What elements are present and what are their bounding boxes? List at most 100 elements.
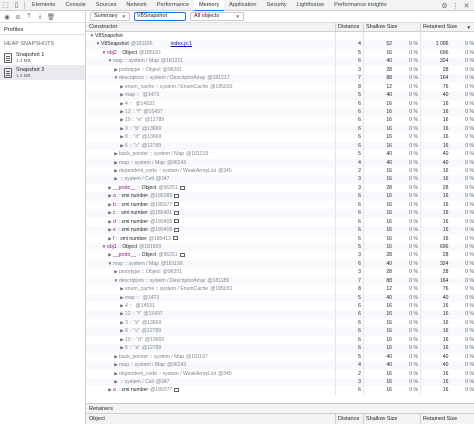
table-row[interactable]: ▼map :: system / Map @181199 6 40 0 % 324 0 %: [86, 259, 474, 269]
tab-performance-insights[interactable]: Performance insights: [329, 0, 392, 11]
collect-garbage-icon[interactable]: 🗑: [46, 13, 56, 21]
table-row[interactable]: ▶__proto__ :: Object @96251 3 28 0 % 28 0 %: [86, 251, 474, 260]
retained-size-value: 28: [442, 269, 449, 276]
table-row[interactable]: ▶enum_cache :: system / EnumCache @185033…: [86, 82, 474, 92]
header-shallow-size[interactable]: Shallow Size: [364, 23, 421, 31]
table-row[interactable]: ▶f :: smi number @185413 6 16 0 % 16 0 %: [86, 234, 474, 243]
table-row[interactable]: ▶prototype :: Object @96251 3 28 0 % 28 0 %: [86, 65, 474, 75]
store-as-global-icon[interactable]: [174, 388, 180, 393]
class-name: Object: [141, 252, 157, 259]
table-row[interactable]: ▶dependent_code :: system / WeakArrayLis…: [86, 167, 474, 176]
tab-elements[interactable]: Elements: [27, 0, 60, 11]
device-toolbar-icon[interactable]: ▯: [11, 0, 22, 11]
table-row[interactable]: ▶3 :: "b" @13669 6 16 0 % 16 0 %: [86, 318, 474, 328]
table-row[interactable]: ▶__proto__ :: Object @96251 3 28 0 % 28 0 %: [86, 183, 474, 193]
tab-application[interactable]: Application: [224, 0, 261, 11]
table-row[interactable]: ▶dependent_code :: system / WeakArrayLis…: [86, 369, 474, 378]
settings-gear-icon[interactable]: ⚙: [439, 2, 450, 10]
table-row[interactable]: ▶4 :: @14531 6 16 0 % 16 0 %: [86, 302, 474, 311]
retainers-header-shallow[interactable]: Shallow Size: [364, 414, 421, 424]
snapshot-item[interactable]: Snapshot 2 1.4 MB: [0, 65, 85, 80]
inspect-element-icon[interactable]: ⬚: [0, 0, 11, 11]
table-row[interactable]: ▼V8Snapshot @181165 index.js:1 4 52 0 % 1 096 0…: [86, 40, 474, 49]
class-name: Object: [145, 66, 161, 73]
source-link[interactable]: index.js:1: [171, 41, 193, 47]
header-distance[interactable]: Distance: [336, 23, 364, 31]
store-as-global-icon[interactable]: [174, 210, 179, 215]
table-row[interactable]: ▶12 :: "f" @15437 6 16 0 % 16 0 %: [86, 310, 474, 319]
close-devtools-icon[interactable]: ✕: [461, 2, 472, 10]
tab-sources[interactable]: Sources: [91, 0, 122, 11]
scope-select[interactable]: All objects ▼: [190, 12, 244, 21]
table-row[interactable]: ▼map :: system / Map @181221 6 40 0 % 324 0 %: [86, 57, 474, 66]
table-row[interactable]: ▶8 :: "c" @12789 6 16 0 % 16 0 %: [86, 327, 474, 336]
table-row[interactable]: ▼obj1 :: Object @181509 5 16 0 % 696 0 %: [86, 242, 474, 252]
store-as-global-icon[interactable]: [174, 219, 180, 224]
table-row[interactable]: ▶enum_cache :: system / EnumCache @185031…: [86, 285, 474, 294]
store-as-global-icon[interactable]: [174, 193, 180, 198]
table-row[interactable]: ▶10 :: "e" @12789 6 16 0 % 16 0 %: [86, 116, 474, 125]
header-retained-size[interactable]: Retained Size ▼: [421, 23, 474, 31]
tab-performance[interactable]: Performance: [152, 0, 194, 11]
table-row[interactable]: ▶4 :: @14531 6 16 0 % 16 0 %: [86, 99, 474, 108]
store-as-global-icon[interactable]: [179, 253, 185, 258]
table-row[interactable]: ▶map :: system / Map @96243 4 40 0 % 40 0 %: [86, 158, 474, 167]
table-row[interactable]: ▶map :: @1473 5 40 0 % 40 0 %: [86, 91, 474, 100]
tab-lighthouse[interactable]: Lighthouse: [292, 0, 329, 11]
store-as-global-icon[interactable]: [179, 185, 185, 190]
table-row[interactable]: ▼obj2 :: Object @185031 5 16 0 % 696 0 %: [86, 48, 474, 58]
more-options-icon[interactable]: ⋮: [450, 2, 461, 10]
class-filter-input[interactable]: V8Snapshot: [134, 12, 186, 21]
table-row[interactable]: ▶c :: smi number @185401 6 16 0 % 16 0 %: [86, 209, 474, 218]
load-profile-icon[interactable]: ⤒: [24, 13, 34, 21]
record-icon[interactable]: ◉: [2, 13, 12, 21]
table-row[interactable]: ▶6 :: "c" @12789 6 16 0 % 16 0 %: [86, 141, 474, 151]
table-row[interactable]: ▶8 :: "d" @13669 6 16 0 % 16 0 %: [86, 133, 474, 142]
view-select[interactable]: Summary ▼: [90, 12, 130, 21]
table-row[interactable]: ▼descriptors :: system / DescriptorArray…: [86, 276, 474, 286]
table-row[interactable]: ▶prototype :: Object @96251 3 28 0 % 28 0 %: [86, 268, 474, 277]
retainers-header-distance[interactable]: Distance: [336, 414, 364, 424]
shallow-size-value: 40: [386, 353, 392, 360]
table-row[interactable]: ▶back_pointer :: system / Map @181197 5 40 0…: [86, 352, 474, 362]
table-row[interactable]: ▶map :: system / Map @96243 4 40 0 % 40 0 %: [86, 361, 474, 370]
table-row[interactable]: ▼V8Snapshot: [86, 32, 474, 41]
table-row[interactable]: ▶12 :: "f" @15437 6 16 0 % 16 0 %: [86, 107, 474, 117]
tab-security[interactable]: Security: [262, 0, 292, 11]
shallow-size-percent: 0 %: [409, 117, 418, 124]
distance-cell: 6: [336, 386, 364, 395]
retained-size-value: 16: [442, 387, 449, 394]
store-as-global-icon[interactable]: [174, 227, 180, 232]
table-row[interactable]: ▶a :: smi number @185377 6 16 0 % 16 0 %: [86, 386, 474, 395]
distance-cell: 5: [336, 242, 364, 252]
tab-network[interactable]: Network: [121, 0, 152, 11]
distance-cell: 6: [336, 107, 364, 117]
table-row[interactable]: ▶ :: system / Cell @347 3 16 0 % 16 0 %: [86, 175, 474, 184]
table-row[interactable]: ▶e :: smi number @185409 6 16 0 % 16 0 %: [86, 226, 474, 235]
table-row[interactable]: ▶d :: smi number @185405 6 16 0 % 16 0 %: [86, 217, 474, 227]
retainers-header-retained[interactable]: Retained Size: [421, 414, 474, 424]
table-row[interactable]: ▶10 :: "d" @13669 6 16 0 % 16 0 %: [86, 335, 474, 345]
tab-console[interactable]: Console: [60, 0, 91, 11]
shallow-size-value: 16: [386, 311, 392, 318]
table-row[interactable]: ▶a :: smi number @185389 6 16 0 % 16 0 %: [86, 192, 474, 201]
table-row[interactable]: ▶ :: system / Cell @347 3 16 0 % 16 0 %: [86, 377, 474, 387]
table-row[interactable]: ▶6 :: "a" @12789 6 16 0 % 16 0 %: [86, 344, 474, 353]
table-row[interactable]: ▶back_pointer :: system / Map @181219 5 40 0…: [86, 150, 474, 159]
table-row[interactable]: ▶3 :: "b" @13669 6 16 0 % 16 0 %: [86, 124, 474, 134]
clear-icon[interactable]: ⊘: [13, 13, 23, 21]
snapshot-item[interactable]: Snapshot 1 1.4 MB: [0, 50, 85, 65]
header-constructor[interactable]: Constructor: [86, 23, 336, 31]
retained-size-cell: 40 0 %: [421, 91, 474, 99]
retainers-header-object[interactable]: Object: [86, 414, 336, 424]
table-row[interactable]: ▼descriptors :: system / DescriptorArray…: [86, 74, 474, 83]
retainers-header: Object Distance Shallow Size Retained Si…: [86, 414, 474, 424]
table-row[interactable]: ▶map :: @1473 5 40 0 % 40 0 %: [86, 293, 474, 302]
object-id: @96251: [162, 66, 182, 73]
tab-memory[interactable]: Memory: [193, 0, 225, 11]
save-profile-icon[interactable]: ⤓: [35, 13, 45, 21]
table-row[interactable]: ▶b :: smi number @185377 6 16 0 % 16 0 %: [86, 200, 474, 210]
object-id: @181199: [160, 260, 183, 267]
store-as-global-icon[interactable]: [174, 202, 180, 207]
store-as-global-icon[interactable]: [172, 236, 178, 241]
